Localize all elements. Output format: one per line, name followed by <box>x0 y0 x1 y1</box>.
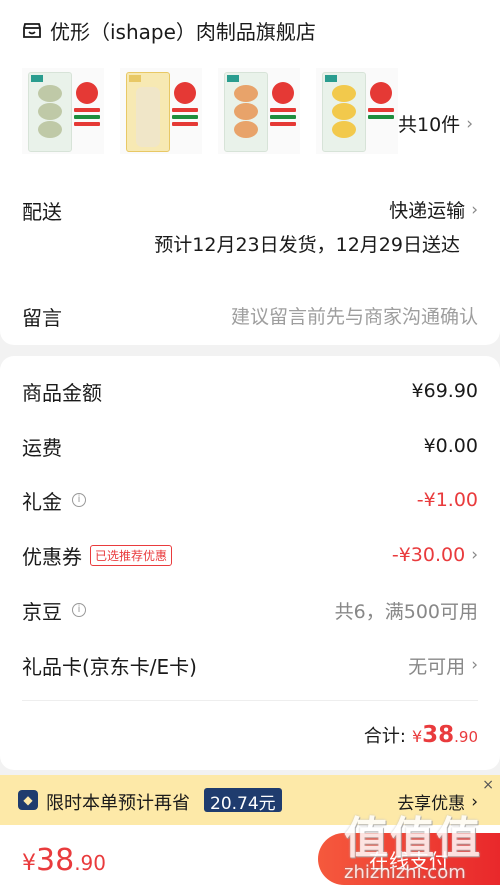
bottom-price-decimal: .90 <box>74 851 106 875</box>
item-count: 共10件 <box>398 114 461 136</box>
bottom-price-currency: ¥ <box>22 851 36 876</box>
store-name: 优形（ishape）肉制品旗舰店 <box>50 19 316 44</box>
gift-cash-row: 礼金 i -¥1.00 <box>22 485 478 515</box>
coupon-label: 优惠券 <box>22 544 82 569</box>
bottom-price: ¥ 38 .90 <box>22 843 106 878</box>
order-items-card: 优形（ishape）肉制品旗舰店 共10件 › 配送 快递运输 › 预计12月2… <box>0 0 500 345</box>
store-icon <box>23 23 41 38</box>
note-input[interactable]: 建议留言前先与商家沟通确认 <box>231 302 478 329</box>
price-summary-card: 商品金额 ¥69.90 运费 ¥0.00 礼金 i -¥1.00 优惠券 已选推… <box>0 356 500 770</box>
product-thumb-1[interactable] <box>22 68 104 154</box>
product-pack <box>28 72 72 152</box>
product-thumb-3[interactable] <box>218 68 300 154</box>
product-thumb-2[interactable] <box>120 68 202 154</box>
total-currency: ¥ <box>411 727 423 746</box>
shipping-method-label: 快递运输 <box>389 200 466 222</box>
gift-cash-value: -¥1.00 <box>416 489 478 511</box>
gift-cash-label: 礼金 <box>22 489 62 514</box>
store-header[interactable]: 优形（ishape）肉制品旗舰店 <box>22 14 316 46</box>
info-icon[interactable]: i <box>72 493 86 507</box>
watermark-logo: 值值值 zhizhizhi.com <box>344 802 494 892</box>
note-label: 留言 <box>22 306 62 330</box>
chevron-right-icon: › <box>471 545 478 565</box>
jingdou-value: 共6，满500可用 <box>334 600 478 623</box>
goods-amount-value: ¥69.90 <box>411 380 478 402</box>
close-icon[interactable]: × <box>482 777 494 793</box>
chevron-right-icon: › <box>471 655 478 675</box>
jingdou-label: 京豆 <box>22 599 62 624</box>
product-thumbnails[interactable] <box>22 68 398 154</box>
watermark-glyphs: 值值值 <box>344 813 482 864</box>
freight-label: 运费 <box>22 435 62 460</box>
item-count-link[interactable]: 共10件 › <box>398 110 473 137</box>
total-decimal: .90 <box>454 728 478 746</box>
gift-card-row[interactable]: 礼品卡(京东卡/E卡) 无可用 › <box>22 650 478 680</box>
promo-text: 限时本单预计再省 <box>46 793 190 814</box>
product-pack <box>224 72 268 152</box>
total-row: 合计: ¥ 38 .90 <box>364 722 478 748</box>
total-integer: 38 <box>422 722 455 748</box>
total-label: 合计: <box>363 726 406 747</box>
gift-card-label: 礼品卡(京东卡/E卡) <box>22 654 197 679</box>
freight-value: ¥0.00 <box>423 435 478 457</box>
info-icon[interactable]: i <box>72 603 86 617</box>
chevron-right-icon: › <box>466 113 473 134</box>
gift-card-value: 无可用 <box>408 655 466 678</box>
bottom-price-integer: 38 <box>36 843 75 878</box>
coupon-tag: 已选推荐优惠 <box>90 544 173 566</box>
chevron-right-icon: › <box>471 199 478 220</box>
promo-badge-icon: ◆ <box>18 790 38 810</box>
goods-amount-row: 商品金额 ¥69.90 <box>22 376 478 406</box>
shipping-method[interactable]: 快递运输 › <box>389 196 478 223</box>
promo-amount: 20.74元 <box>204 788 282 814</box>
coupon-value: -¥30.00 <box>391 544 466 566</box>
jingdou-row: 京豆 i 共6，满500可用 <box>22 595 478 625</box>
product-pack <box>322 72 366 152</box>
product-pack <box>126 72 170 152</box>
coupon-row[interactable]: 优惠券 已选推荐优惠 -¥30.00 › <box>22 540 478 570</box>
shipping-label: 配送 <box>22 200 62 224</box>
shipping-eta: 预计12月23日发货，12月29日送达 <box>154 234 460 256</box>
divider <box>22 700 478 701</box>
freight-row: 运费 ¥0.00 <box>22 431 478 461</box>
product-thumb-4[interactable] <box>316 68 398 154</box>
goods-amount-label: 商品金额 <box>22 380 102 405</box>
